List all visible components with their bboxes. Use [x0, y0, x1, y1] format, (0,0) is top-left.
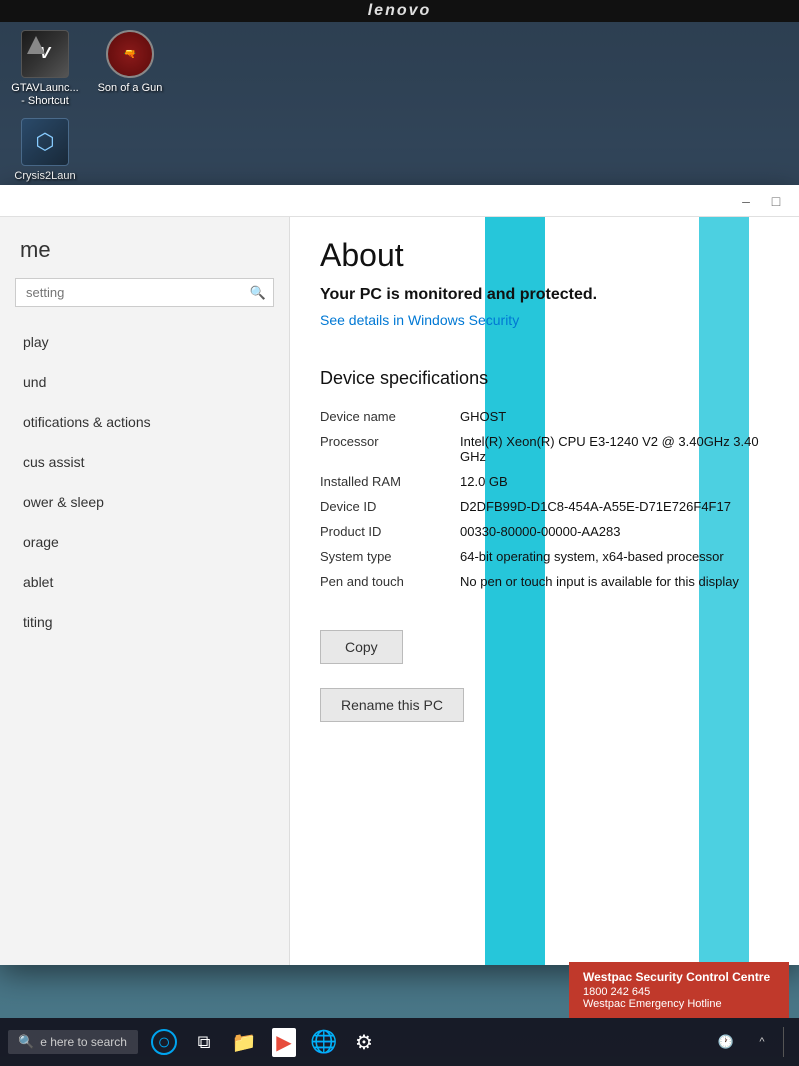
sidebar-item-und[interactable]: und — [0, 362, 289, 402]
desktop-icons-area: V GTAVLaunc... - Shortcut 🔫 Son of a Gun… — [10, 30, 165, 184]
spec-row-processor: Processor Intel(R) Xeon(R) CPU E3-1240 V… — [320, 429, 769, 469]
taskbar: 🔍 e here to search ○ ⧉ 📁 ▶ 🌐 ⚙ — [0, 1018, 799, 1066]
copy-button[interactable]: Copy — [320, 630, 403, 664]
rename-pc-button[interactable]: Rename this PC — [320, 688, 464, 722]
taskbar-right-area: 🕐 ^ — [711, 1027, 791, 1057]
son-icon: 🔫 — [106, 30, 154, 78]
taskbar-clock-icon: 🕐 — [711, 1027, 741, 1057]
gtav-icon-label: GTAVLaunc... - Shortcut — [10, 82, 80, 108]
lenovo-logo: lenovo — [368, 2, 432, 20]
spec-value-pen-touch: No pen or touch input is available for t… — [460, 574, 769, 589]
sidebar-item-storage[interactable]: orage — [0, 522, 289, 562]
son-icon-label: Son of a Gun — [98, 82, 163, 95]
device-specs-title: Device specifications — [320, 368, 769, 389]
spec-value-processor: Intel(R) Xeon(R) CPU E3-1240 V2 @ 3.40GH… — [460, 434, 769, 464]
spec-table: Device name GHOST Processor Intel(R) Xeo… — [320, 404, 769, 594]
main-content: About Your PC is monitored and protected… — [290, 217, 799, 965]
taskbar-search[interactable]: 🔍 e here to search — [8, 1030, 138, 1054]
sidebar-item-other[interactable]: titing — [0, 602, 289, 642]
spec-row-device-id: Device ID D2DFB99D-D1C8-454A-A55E-D71E72… — [320, 494, 769, 519]
settings-window: – □ me 🔍 play und otifications & actions… — [0, 185, 799, 965]
action-buttons: Copy — [320, 612, 769, 664]
windows-security-link[interactable]: See details in Windows Security — [320, 312, 519, 328]
taskbar-search-icon: 🔍 — [18, 1034, 34, 1050]
spec-label-ram: Installed RAM — [320, 474, 460, 489]
window-body: me 🔍 play und otifications & actions cus… — [0, 217, 799, 965]
taskbar-chevron-icon[interactable]: ^ — [747, 1027, 777, 1057]
notification-subtitle: Westpac Emergency Hotline — [583, 998, 775, 1010]
search-icon: 🔍 — [250, 285, 266, 301]
spec-label-device-name: Device name — [320, 409, 460, 424]
spec-label-pen-touch: Pen and touch — [320, 574, 460, 589]
notification-title: Westpac Security Control Centre — [583, 970, 775, 984]
notification-banner: Westpac Security Control Centre 1800 242… — [569, 962, 789, 1018]
file-explorer-icon[interactable]: 📁 — [226, 1024, 262, 1060]
search-input[interactable] — [15, 278, 274, 307]
lenovo-bar: lenovo — [0, 0, 799, 22]
show-desktop-button[interactable] — [783, 1027, 791, 1057]
spec-value-device-id: D2DFB99D-D1C8-454A-A55E-D71E726F4F17 — [460, 499, 769, 514]
spec-value-system-type: 64-bit operating system, x64-based proce… — [460, 549, 769, 564]
task-view-icon[interactable]: ⧉ — [186, 1024, 222, 1060]
maximize-button[interactable]: □ — [761, 186, 791, 216]
about-content: About Your PC is monitored and protected… — [320, 237, 769, 722]
desktop-icon-gtav[interactable]: V GTAVLaunc... - Shortcut — [10, 30, 80, 108]
sidebar-item-tablet[interactable]: ablet — [0, 562, 289, 602]
settings-sidebar: me 🔍 play und otifications & actions cus… — [0, 217, 290, 965]
gtav-icon: V — [21, 30, 69, 78]
settings-icon[interactable]: ⚙ — [346, 1024, 382, 1060]
rename-button-container: Rename this PC — [320, 676, 769, 722]
spec-row-system-type: System type 64-bit operating system, x64… — [320, 544, 769, 569]
spec-row-pen-touch: Pen and touch No pen or touch input is a… — [320, 569, 769, 594]
spec-value-product-id: 00330-80000-00000-AA283 — [460, 524, 769, 539]
sidebar-item-play[interactable]: play — [0, 322, 289, 362]
chrome-icon[interactable]: 🌐 — [306, 1024, 342, 1060]
sidebar-item-focus[interactable]: cus assist — [0, 442, 289, 482]
sidebar-item-notifications[interactable]: otifications & actions — [0, 402, 289, 442]
crysis-icon: ⬡ — [21, 118, 69, 166]
spec-value-device-name: GHOST — [460, 409, 769, 424]
taskbar-icons: ○ ⧉ 📁 ▶ 🌐 ⚙ — [146, 1024, 382, 1060]
window-titlebar: – □ — [0, 185, 799, 217]
sidebar-title: me — [0, 227, 289, 278]
spec-label-processor: Processor — [320, 434, 460, 464]
about-title: About — [320, 237, 769, 274]
desktop: lenovo V GTAVLaunc... - Shortcut 🔫 Son o… — [0, 0, 799, 1066]
search-box[interactable]: 🔍 — [15, 278, 274, 307]
spec-value-ram: 12.0 GB — [460, 474, 769, 489]
spec-label-device-id: Device ID — [320, 499, 460, 514]
desktop-icon-row-1: V GTAVLaunc... - Shortcut 🔫 Son of a Gun — [10, 30, 165, 108]
desktop-icon-son[interactable]: 🔫 Son of a Gun — [95, 30, 165, 95]
desktop-icon-crysis[interactable]: ⬡ Crysis2Laun — [10, 118, 80, 183]
crysis-icon-label: Crysis2Laun — [14, 170, 75, 183]
desktop-icon-row-2: ⬡ Crysis2Laun — [10, 118, 165, 183]
minimize-button[interactable]: – — [731, 186, 761, 216]
notification-phone: 1800 242 645 — [583, 986, 775, 998]
taskbar-search-text: e here to search — [40, 1035, 127, 1049]
cortana-icon[interactable]: ○ — [146, 1024, 182, 1060]
spec-row-product-id: Product ID 00330-80000-00000-AA283 — [320, 519, 769, 544]
spec-row-device-name: Device name GHOST — [320, 404, 769, 429]
protection-text: Your PC is monitored and protected. — [320, 286, 769, 304]
spec-row-ram: Installed RAM 12.0 GB — [320, 469, 769, 494]
spec-label-product-id: Product ID — [320, 524, 460, 539]
sidebar-item-power[interactable]: ower & sleep — [0, 482, 289, 522]
media-player-icon[interactable]: ▶ — [266, 1024, 302, 1060]
spec-label-system-type: System type — [320, 549, 460, 564]
